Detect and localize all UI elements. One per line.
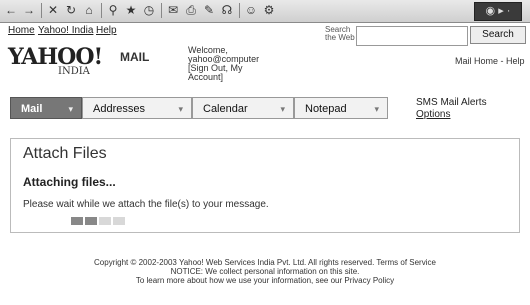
- progress-block: [85, 217, 97, 225]
- stop-icon[interactable]: ✕: [46, 3, 60, 17]
- ie-logo-throbber: ◉ ▸ ·: [474, 2, 522, 21]
- chevron-down-icon[interactable]: ▾: [374, 98, 379, 120]
- back-icon[interactable]: ←: [4, 3, 18, 17]
- toolbar-separator: [239, 3, 240, 18]
- home-icon[interactable]: ⌂: [82, 3, 96, 17]
- toolbar-separator: [101, 3, 102, 18]
- progress-bar: [71, 217, 125, 225]
- chevron-down-icon[interactable]: ▾: [68, 98, 73, 120]
- tab-addresses[interactable]: Addresses ▾: [82, 97, 192, 119]
- my-account-link[interactable]: Account]: [188, 73, 259, 82]
- refresh-icon[interactable]: ↻: [64, 3, 78, 17]
- browser-toolbar: ← → ✕ ↻ ⌂ ⚲ ★ ◷ ✉ ⎙ ✎ ☊ ☺ ⚙: [0, 0, 530, 23]
- toolbar-separator: [161, 3, 162, 18]
- discuss-icon[interactable]: ☊: [220, 3, 234, 17]
- gear-icon[interactable]: ⚙: [262, 3, 276, 17]
- options-link[interactable]: Options: [416, 109, 487, 121]
- history-icon[interactable]: ◷: [142, 3, 156, 17]
- welcome-block: Welcome, yahoo@computer [Sign Out, My Ac…: [188, 46, 259, 82]
- yahoo-india-link[interactable]: Yahoo! India: [38, 25, 93, 36]
- tab-notepad-label: Notepad: [305, 103, 347, 115]
- tab-calendar-label: Calendar: [203, 103, 248, 115]
- tab-mail[interactable]: Mail ▾: [10, 97, 82, 119]
- tab-addresses-label: Addresses: [93, 103, 145, 115]
- sms-mail-alerts-link[interactable]: SMS Mail Alerts: [416, 97, 487, 109]
- page-title: Attach Files: [23, 145, 107, 162]
- favorites-icon[interactable]: ★: [124, 3, 138, 17]
- forward-icon[interactable]: →: [22, 3, 36, 17]
- help-link[interactable]: Help: [96, 25, 117, 36]
- chevron-down-icon[interactable]: ▾: [178, 98, 183, 120]
- tab-notepad[interactable]: Notepad ▾: [294, 97, 388, 119]
- attach-files-panel: Attach Files Attaching files... Please w…: [10, 138, 520, 233]
- yahoo-mail-logo[interactable]: YAHOO! MAIL INDIA: [8, 44, 149, 77]
- progress-block: [99, 217, 111, 225]
- search-icon[interactable]: ⚲: [106, 3, 120, 17]
- messenger-icon[interactable]: ☺: [244, 3, 258, 17]
- home-link[interactable]: Home: [8, 25, 35, 36]
- search-button[interactable]: Search: [470, 26, 526, 44]
- privacy-text: To learn more about how we use your info…: [135, 276, 395, 285]
- mail-home-help-links[interactable]: Mail Home - Help: [455, 56, 525, 66]
- attaching-status: Attaching files...: [23, 175, 116, 189]
- progress-block: [71, 217, 83, 225]
- search-label: Search the Web: [325, 25, 355, 42]
- tab-calendar[interactable]: Calendar ▾: [192, 97, 294, 119]
- mail-icon[interactable]: ✉: [166, 3, 180, 17]
- print-icon[interactable]: ⎙: [184, 3, 198, 17]
- logo-mail-text: MAIL: [120, 50, 150, 64]
- notice-text: NOTICE: We collect personal information …: [170, 267, 360, 276]
- copyright-text: Copyright © 2002-2003 Yahoo! Web Service…: [94, 258, 436, 267]
- progress-block: [113, 217, 125, 225]
- edit-icon[interactable]: ✎: [202, 3, 216, 17]
- tab-mail-label: Mail: [21, 103, 43, 115]
- main-nav: Mail ▾ Addresses ▾ Calendar ▾ Notepad ▾ …: [10, 97, 520, 121]
- logo-india-text: INDIA: [58, 66, 90, 77]
- search-input[interactable]: [356, 26, 468, 46]
- sms-alerts-block: SMS Mail Alerts Options: [416, 97, 487, 121]
- footer: Copyright © 2002-2003 Yahoo! Web Service…: [0, 258, 530, 285]
- wait-message: Please wait while we attach the file(s) …: [23, 199, 269, 210]
- toolbar-separator: [41, 3, 42, 18]
- chevron-down-icon[interactable]: ▾: [280, 98, 285, 120]
